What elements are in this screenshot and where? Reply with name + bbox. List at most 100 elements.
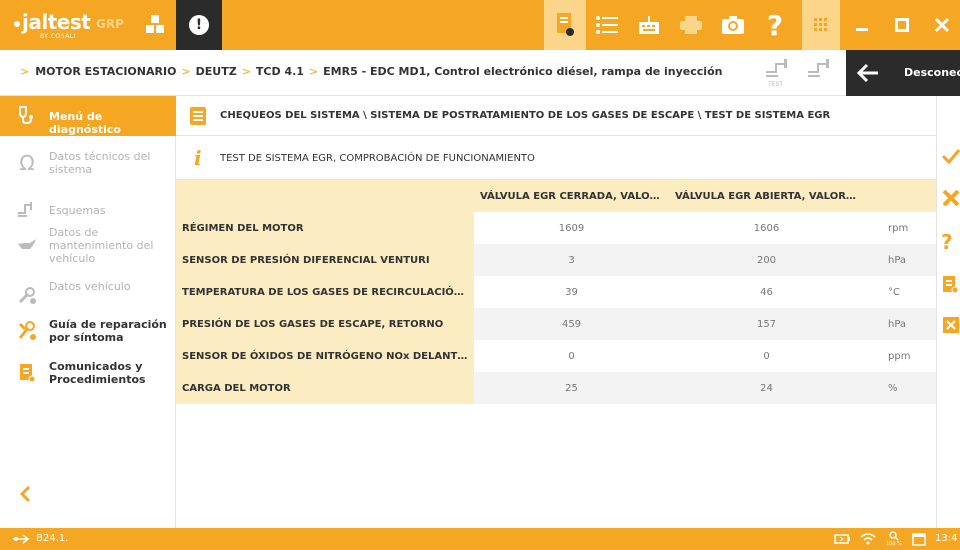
section-path-bar: CHEQUEOS DEL SISTEMA \ SISTEMA DE POSTRA… — [176, 96, 936, 136]
close-icon — [934, 17, 950, 33]
disconnect-label: Desconectar — [904, 66, 960, 79]
column-header-valve-closed: VÁLVULA EGR CERRADA, VALOR M... — [474, 180, 669, 212]
camera-button[interactable] — [712, 0, 754, 50]
column-header-unit — [864, 180, 936, 212]
check-icon — [941, 149, 960, 165]
table-header-empty — [176, 180, 474, 212]
keyboard-button[interactable] — [628, 0, 670, 50]
unit: rpm — [864, 212, 936, 244]
breadcrumb-item[interactable]: DEUTZ — [196, 65, 237, 78]
minimize-icon — [856, 28, 868, 31]
table-row: SENSOR DE ÓXIDOS DE NITRÓGENO NOx DELANT… — [176, 340, 936, 372]
table-row: PRESIÓN DE LOS GASES DE ESCAPE, RETORNO … — [176, 308, 936, 340]
sidebar-item-label: Comunicados y Procedimientos — [49, 360, 146, 386]
value-open: 24 — [669, 372, 864, 404]
sidebar-item-technical-data[interactable]: Ω Datos técnicos del sistema — [0, 144, 176, 184]
help-button[interactable]: ? — [941, 230, 960, 254]
wrench-icon — [16, 284, 38, 306]
cubes-icon — [146, 15, 164, 33]
parameter-name: SENSOR DE PRESIÓN DIFERENCIAL VENTURI — [176, 244, 474, 276]
alert-button[interactable]: ! — [176, 0, 222, 50]
table-row: CARGA DEL MOTOR 25 24 % — [176, 372, 936, 404]
battery-icon — [834, 534, 850, 544]
accept-button[interactable] — [941, 146, 960, 170]
chevron-left-icon — [19, 485, 31, 503]
unit: % — [864, 372, 936, 404]
brand-area: jaltest BY COSALI GRP — [0, 0, 176, 50]
table-header-row: VÁLVULA EGR CERRADA, VALOR M... VÁLVULA … — [176, 180, 936, 212]
grp-label: GRP — [96, 17, 124, 31]
export-excel-button[interactable] — [941, 314, 960, 338]
test-title: TEST DE SISTEMA EGR, COMPROBACIÓN DE FUN… — [220, 153, 535, 164]
sidebar-item-label: Datos vehículo — [49, 280, 131, 293]
wifi-icon — [860, 533, 876, 545]
sidebar-item-bulletins[interactable]: Comunicados y Procedimientos — [0, 354, 176, 394]
value-open: 200 — [669, 244, 864, 276]
unit: hPa — [864, 244, 936, 276]
top-toolbar: jaltest BY COSALI GRP ! ? — [0, 0, 960, 50]
sidebar-item-vehicle-data[interactable]: Datos vehículo — [0, 276, 176, 316]
report-icon — [943, 276, 959, 294]
list-button[interactable] — [586, 0, 628, 50]
cancel-button[interactable] — [941, 188, 960, 212]
parameter-name: RÉGIMEN DEL MOTOR — [176, 212, 474, 244]
repair-guide-icon — [16, 320, 38, 342]
magnifier-icon — [889, 531, 899, 541]
table-row: TEMPERATURA DE LOS GASES DE RECIRCULACIÓ… — [176, 276, 936, 308]
report-side-button[interactable] — [941, 274, 960, 298]
version-label: B24.1. — [36, 533, 69, 544]
action-column: ? — [936, 96, 960, 528]
sidebar-item-label: Datos de mantenimiento del vehículo — [49, 226, 154, 265]
calendar-icon — [912, 533, 926, 546]
breadcrumb-item[interactable]: TCD 4.1 — [256, 65, 304, 78]
clock: 13:4 — [935, 533, 958, 544]
jaltest-logo: jaltest — [14, 10, 91, 34]
zoom-indicator[interactable]: 100 % — [886, 531, 902, 547]
checklist-icon — [190, 107, 206, 125]
status-icons: 100 % — [834, 531, 926, 547]
column-header-valve-open: VÁLVULA EGR ABIERTA, VALOR ME... — [669, 180, 864, 212]
measurement-table: VÁLVULA EGR CERRADA, VALOR M... VÁLVULA … — [176, 180, 936, 404]
sidebar-item-diagnostic-menu[interactable]: Menú de diagnóstico — [0, 96, 176, 136]
maximize-button[interactable] — [882, 0, 922, 50]
sidebar-item-label: Esquemas — [49, 204, 106, 217]
parameter-name: PRESIÓN DE LOS GASES DE ESCAPE, RETORNO — [176, 308, 474, 340]
schematic-icon — [16, 200, 38, 222]
value-closed: 0 — [474, 340, 669, 372]
excel-icon — [943, 317, 959, 333]
test-connector-icon[interactable]: TEST — [764, 58, 792, 88]
value-closed: 1609 — [474, 212, 669, 244]
report-button[interactable] — [544, 0, 586, 50]
disconnect-button[interactable]: Desconectar — [846, 50, 960, 96]
connector-icon[interactable] — [806, 58, 834, 88]
table-row: RÉGIMEN DEL MOTOR 1609 1606 rpm — [176, 212, 936, 244]
print-button[interactable] — [670, 0, 712, 50]
minimize-button[interactable] — [842, 0, 882, 50]
report-icon — [557, 13, 574, 36]
collapse-sidebar-button[interactable] — [18, 484, 32, 509]
question-icon: ? — [941, 230, 953, 254]
usb-icon — [13, 534, 30, 544]
help-button[interactable]: ? — [754, 0, 796, 50]
info-icon: i — [194, 146, 202, 170]
value-open: 0 — [669, 340, 864, 372]
printer-icon — [680, 16, 702, 34]
breadcrumb-item[interactable]: EMR5 - EDC MD1, Control electrónico diés… — [323, 65, 722, 78]
sidebar-item-label: Menú de diagnóstico — [49, 110, 121, 136]
value-closed: 25 — [474, 372, 669, 404]
zoom-level: 100 % — [886, 541, 902, 547]
section-path: CHEQUEOS DEL SISTEMA \ SISTEMA DE POSTRA… — [220, 110, 831, 121]
apps-button[interactable] — [802, 0, 840, 50]
value-open: 1606 — [669, 212, 864, 244]
keyboard-icon — [639, 16, 659, 34]
sidebar-item-maintenance-data[interactable]: Datos de mantenimiento del vehículo — [0, 220, 176, 270]
sidebar-item-label: Datos técnicos del sistema — [49, 150, 151, 176]
arrow-left-icon — [856, 63, 878, 83]
sidebar-item-repair-guide[interactable]: Guía de reparación por síntoma — [0, 312, 176, 352]
logo-subtitle: BY COSALI — [40, 33, 76, 40]
grid-icon — [814, 18, 827, 31]
unit: ppm — [864, 340, 936, 372]
close-button[interactable] — [922, 0, 960, 50]
breadcrumb-item[interactable]: MOTOR ESTACIONARIO — [35, 65, 176, 78]
parameter-name: TEMPERATURA DE LOS GASES DE RECIRCULACIÓ… — [176, 276, 474, 308]
